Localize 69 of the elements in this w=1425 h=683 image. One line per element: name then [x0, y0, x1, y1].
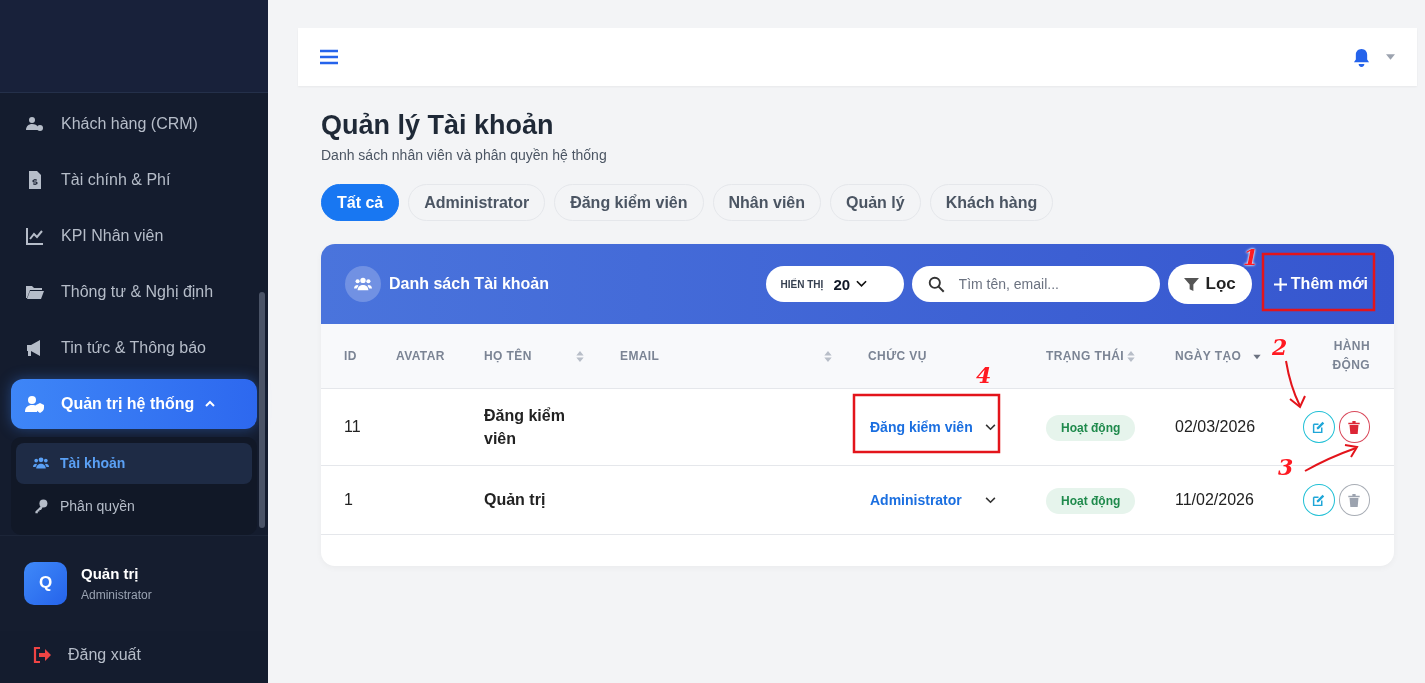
- sidebar-item[interactable]: KPI Nhân viên: [11, 210, 257, 261]
- edit-button[interactable]: [1303, 484, 1335, 516]
- annotation-number: 3: [1278, 456, 1294, 478]
- edit-icon: [1312, 493, 1326, 507]
- role-select[interactable]: Đăng kiểm viên: [868, 419, 998, 435]
- search-field[interactable]: Tìm tên, email...: [911, 266, 1160, 302]
- sidebar-item[interactable]: Khách hàng (CRM): [11, 98, 257, 149]
- sidebar-item[interactable]: Tin tức & Thông báo: [11, 322, 257, 373]
- sidebar-item[interactable]: Tài chính & Phí: [11, 154, 257, 205]
- date-cell: 02/03/2026: [1175, 418, 1256, 435]
- column-header[interactable]: HỌ TÊN: [466, 324, 602, 389]
- filter-tab[interactable]: Administrator: [408, 184, 546, 221]
- submenu-item[interactable]: Phân quyền: [16, 485, 252, 527]
- logout-icon: [32, 645, 52, 666]
- filter-tab[interactable]: Nhân viên: [712, 184, 821, 221]
- id-cell: 1: [344, 491, 353, 508]
- key-icon: [32, 498, 50, 515]
- annotation-number: 2: [1272, 336, 1288, 358]
- name-cell-text: Quản trị: [484, 490, 547, 511]
- logout-link[interactable]: Đăng xuất: [0, 631, 268, 679]
- column-header[interactable]: AVATAR: [378, 324, 466, 389]
- funnel-icon: [1183, 276, 1199, 292]
- chevron-icon: [985, 496, 996, 504]
- chevron-icon: [856, 280, 868, 288]
- users-icon: [345, 266, 381, 302]
- filter-tab[interactable]: Đăng kiểm viên: [554, 184, 704, 221]
- column-header[interactable]: EMAIL: [602, 324, 850, 389]
- plus-icon: [1273, 277, 1287, 291]
- users-icon: [32, 455, 50, 472]
- scrollbar-thumb[interactable]: [259, 292, 265, 528]
- chevron-icon: [985, 423, 996, 431]
- annotation-number: 4: [976, 364, 992, 386]
- status-badge: Hoạt động: [1046, 415, 1136, 441]
- sidebar-item[interactable]: Thông tư & Nghị định: [11, 266, 257, 317]
- name-cell-text: Đăng kiểm viên: [484, 405, 566, 449]
- card-title: Danh sách Tài khoản: [389, 275, 550, 293]
- role-select[interactable]: Administrator: [868, 492, 998, 508]
- id-cell: 11: [344, 418, 361, 435]
- user-role: Administrator: [81, 587, 152, 602]
- menu-icon[interactable]: [320, 49, 338, 65]
- caret-icon[interactable]: [1386, 54, 1395, 60]
- filter-button[interactable]: Lọc: [1167, 264, 1252, 304]
- filter-tab[interactable]: Tất cả: [321, 184, 400, 221]
- filter-tab[interactable]: Khách hàng: [929, 184, 1054, 221]
- status-badge: Hoạt động: [1046, 488, 1136, 514]
- trash-icon: [1348, 420, 1361, 434]
- column-header[interactable]: TRẠNG THÁI: [1028, 324, 1157, 389]
- page-size-select[interactable]: HIỂN THỊ 20: [765, 266, 904, 302]
- page-title: Quản lý Tài khoản: [321, 110, 555, 141]
- line-chart-icon: [25, 225, 45, 246]
- sidebar-item[interactable]: Quản trị hệ thống: [11, 378, 257, 429]
- column-header[interactable]: HÀNH ĐỘNG: [1285, 324, 1394, 389]
- user-name: Quản trị: [81, 564, 140, 582]
- user-shield-icon: [25, 393, 45, 414]
- edit-button[interactable]: [1303, 411, 1335, 443]
- edit-icon: [1312, 420, 1326, 434]
- add-button[interactable]: Thêm mới: [1267, 269, 1374, 299]
- search-icon: [927, 276, 945, 293]
- page-subtitle: Danh sách nhân viên và phân quyền hệ thống: [321, 147, 608, 163]
- annotation-arrow: [1285, 360, 1306, 409]
- trash-icon: [1348, 493, 1361, 507]
- annotation-arrow: [1304, 444, 1359, 472]
- date-cell: 11/02/2026: [1175, 491, 1254, 508]
- delete-button[interactable]: [1338, 411, 1370, 443]
- submenu-item[interactable]: Tài khoản: [16, 442, 252, 484]
- user-avatar: Q: [24, 561, 67, 605]
- column-header[interactable]: ID: [321, 324, 378, 389]
- filter-tab[interactable]: Quản lý: [830, 184, 921, 221]
- bell-icon[interactable]: [1353, 47, 1370, 67]
